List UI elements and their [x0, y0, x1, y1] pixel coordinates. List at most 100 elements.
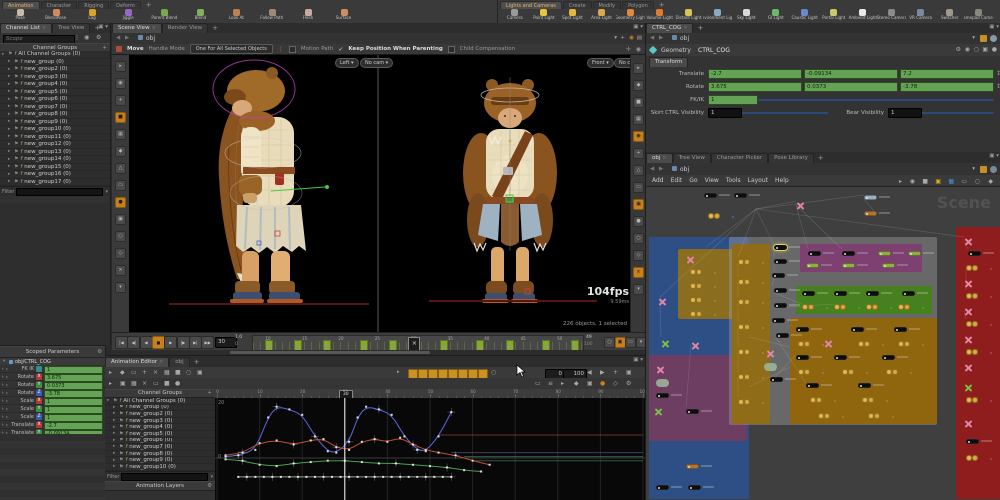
- anim-tb1-icon-2[interactable]: ▭: [131, 369, 137, 376]
- flag-icon[interactable]: ⚑: [14, 111, 18, 117]
- network-forward-icon[interactable]: ▶: [659, 166, 663, 172]
- pane-controls-icon[interactable]: ▣ ▾: [633, 24, 643, 30]
- flag-icon[interactable]: ⚑: [14, 59, 18, 65]
- blend-node[interactable]: [764, 363, 777, 371]
- menu-layout[interactable]: Layout: [748, 177, 768, 184]
- bone-node[interactable]: [866, 304, 879, 310]
- magnifier-icon[interactable]: ○: [974, 46, 979, 53]
- control-node[interactable]: [882, 355, 908, 360]
- anim-tb2-right-icon-0[interactable]: ▭: [535, 380, 541, 387]
- new-tab-button[interactable]: +: [814, 154, 828, 163]
- network-pane-tab-tree-view[interactable]: Tree View: [672, 153, 711, 163]
- fetch-node[interactable]: [656, 365, 665, 374]
- expand-icon[interactable]: ▸: [8, 164, 12, 169]
- range-end-top[interactable]: 49: [586, 335, 592, 340]
- scene-pane-tab-scene-view[interactable]: Scene View ×: [112, 23, 162, 33]
- anim-tb1-icon-6[interactable]: ■: [175, 369, 181, 376]
- toolbar-icon-8[interactable]: ●: [115, 197, 126, 208]
- shelf-tool-blendpose[interactable]: BlendPose: [38, 9, 74, 23]
- bone-node[interactable]: [738, 349, 751, 355]
- anim-tb2-right-icon-7[interactable]: ⚙: [626, 380, 631, 387]
- flag-icon[interactable]: ⚑: [14, 96, 18, 102]
- control-node[interactable]: [808, 251, 834, 256]
- network-group-box-5[interactable]: [800, 244, 922, 272]
- channel-group-row[interactable]: ▸ ⚑ f new_group5 (0): [0, 89, 110, 96]
- expand-icon[interactable]: ▸: [8, 82, 12, 87]
- menu-help[interactable]: Help: [775, 177, 789, 184]
- channel-group-row[interactable]: ▸ ⚑ f new_group2 (0): [105, 411, 215, 418]
- shelf-tool-portal-light[interactable]: Portal Light: [819, 9, 848, 23]
- channel-pane-tab-channel-list[interactable]: Channel List ×: [0, 23, 53, 33]
- fetch-node[interactable]: [964, 279, 973, 288]
- child-comp-checkbox[interactable]: [447, 45, 455, 53]
- ladder-icon[interactable]: ↕: [996, 83, 1000, 90]
- channel-group-row[interactable]: ▸ ⚑ f new_group (0): [105, 405, 215, 412]
- control-node[interactable]: [902, 291, 928, 296]
- scope-link-icon[interactable]: ◉: [84, 34, 89, 41]
- shelf-tool-blend[interactable]: Blend: [182, 9, 218, 23]
- transport-0[interactable]: |◀: [115, 336, 128, 349]
- rotate-field-x[interactable]: 3.675: [708, 82, 802, 92]
- close-tab-icon[interactable]: ×: [152, 25, 156, 31]
- network-toolbar-icon-7[interactable]: ◆: [988, 178, 993, 185]
- orange-node[interactable]: [686, 464, 712, 469]
- control-node[interactable]: [851, 327, 877, 332]
- key-mode-icon[interactable]: ▸: [397, 369, 400, 375]
- translate-field-x[interactable]: -2.7: [708, 69, 802, 79]
- control-node[interactable]: [686, 409, 712, 414]
- tangent-button-5[interactable]: [458, 368, 468, 379]
- key-icon[interactable]: +: [1, 422, 4, 427]
- transport-3[interactable]: ■: [151, 336, 165, 349]
- bone-node[interactable]: [690, 311, 703, 317]
- network-toolbar-icon-3[interactable]: ▣: [935, 178, 941, 185]
- expand-icon[interactable]: ▸: [8, 134, 12, 139]
- fetch-node[interactable]: [766, 349, 775, 358]
- anim-nav-icon-0[interactable]: ◀: [587, 369, 592, 376]
- toolbar-icon-1[interactable]: ◆: [633, 80, 644, 91]
- flag-icon[interactable]: ⚑: [14, 104, 18, 110]
- lock-icon[interactable]: ◉: [965, 46, 970, 53]
- network-pane-tab-obj[interactable]: obj ×: [646, 153, 673, 163]
- channel-group-row[interactable]: ▸ ⚑ f new_group16 (0): [0, 171, 110, 179]
- toolbar-icon-5[interactable]: ◆: [115, 146, 126, 157]
- param-breadcrumb[interactable]: obj: [680, 35, 689, 42]
- flag-icon[interactable]: ⚑: [14, 74, 18, 80]
- new-tab-button[interactable]: +: [190, 358, 204, 367]
- breadcrumb[interactable]: obj: [146, 35, 155, 42]
- bone-node[interactable]: [810, 397, 823, 403]
- anim-tb1-icon-5[interactable]: ▦: [164, 369, 170, 376]
- scrollbar-thumb[interactable]: [230, 351, 430, 354]
- anim-tb2-right-icon-2[interactable]: ▸: [561, 380, 564, 387]
- bone-node[interactable]: [738, 259, 751, 265]
- green-fetch-node[interactable]: [661, 339, 670, 348]
- channel-group-row[interactable]: ▸ ⚑ f new_group17 (0): [0, 179, 110, 186]
- rotate-field-y[interactable]: 0.0373: [804, 82, 898, 92]
- channel-group-row[interactable]: ▸ ⚑ f All Channel Groups (0): [105, 398, 215, 405]
- close-tab-icon[interactable]: ×: [42, 25, 46, 31]
- path-dropdown-icon[interactable]: ▾: [614, 35, 617, 41]
- toolbar-icon-4[interactable]: ◉: [633, 131, 644, 142]
- scope-menu-icon[interactable]: ⋮: [74, 34, 80, 41]
- pane-controls-icon[interactable]: ▣ ▾: [98, 24, 108, 30]
- expand-icon[interactable]: ▸: [113, 418, 117, 423]
- control-node[interactable]: [772, 318, 798, 323]
- anim-tb2-right-icon-6[interactable]: ◇: [613, 380, 618, 387]
- filter-input[interactable]: [16, 187, 104, 196]
- bone-node[interactable]: [690, 297, 703, 303]
- toolbar-icon-3[interactable]: ■: [115, 112, 126, 123]
- toolbar-icon-6[interactable]: △: [115, 163, 126, 174]
- anim-tb2-icon-5[interactable]: ■: [164, 380, 170, 387]
- expand-icon[interactable]: ▸: [113, 438, 117, 443]
- scoped-gear-icon[interactable]: ⚙: [97, 347, 102, 357]
- toolbar-icon-12[interactable]: ×: [633, 267, 644, 278]
- control-node[interactable]: [704, 193, 730, 198]
- toolbar-icon-2[interactable]: ■: [633, 97, 644, 108]
- expand-icon[interactable]: ▸: [113, 464, 117, 469]
- toolbar-icon-13[interactable]: ▾: [115, 282, 126, 293]
- flag-icon[interactable]: ⚑: [119, 464, 123, 470]
- channel-group-row[interactable]: ▸ ⚑ f new_group6 (0): [105, 438, 215, 445]
- network-globe-icon[interactable]: [990, 166, 997, 173]
- expand-icon[interactable]: ▸: [6, 422, 8, 427]
- presets-icon[interactable]: ●: [992, 46, 997, 53]
- toolbar-icon-3[interactable]: ▦: [633, 114, 644, 125]
